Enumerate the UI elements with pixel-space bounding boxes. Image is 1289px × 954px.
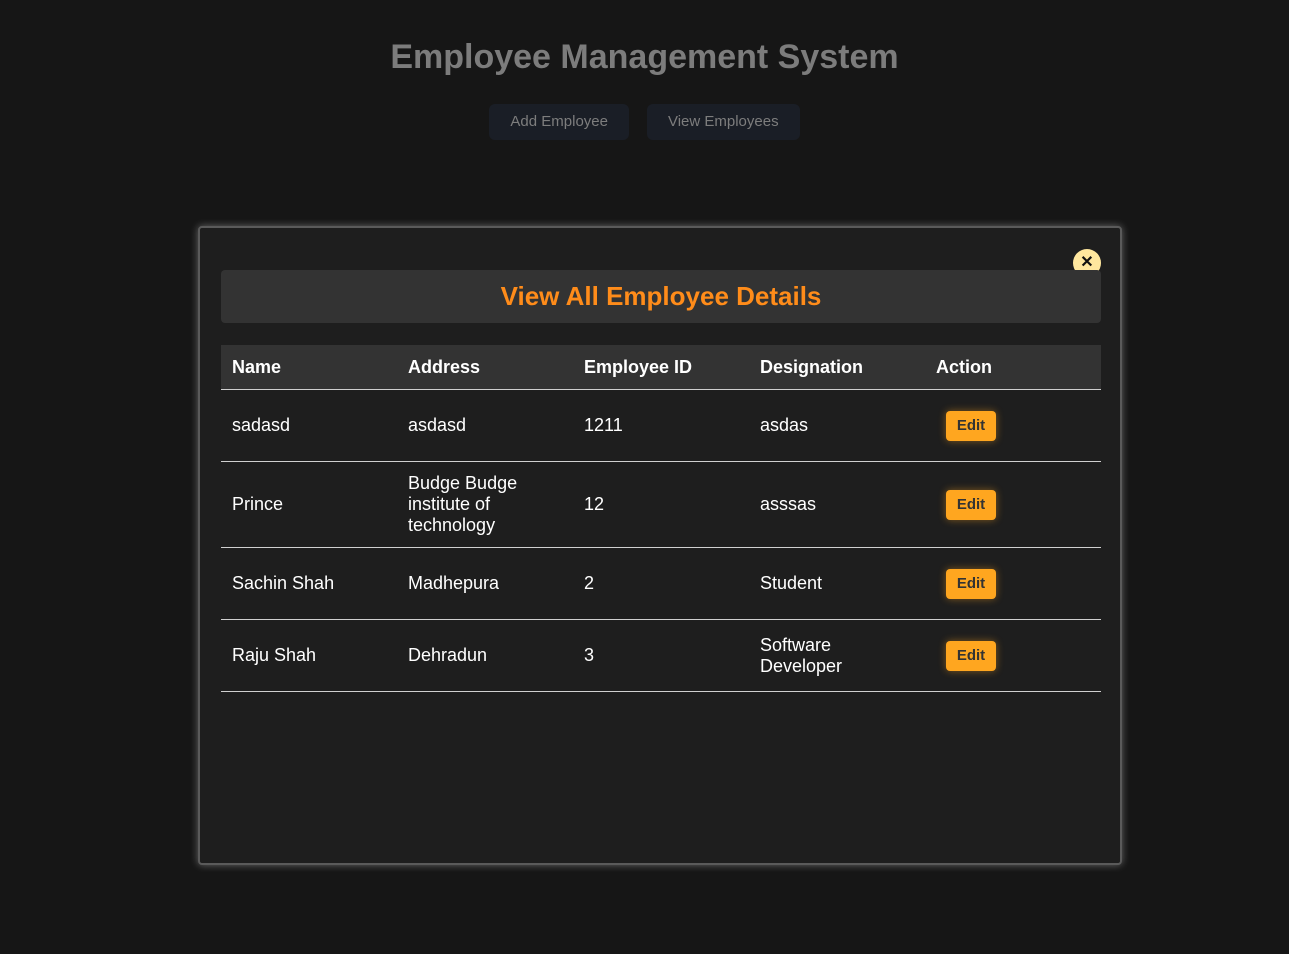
table-header-row: Name Address Employee ID Designation Act… [221, 345, 1101, 390]
page-title: Employee Management System [390, 38, 899, 76]
cell-name: Prince [221, 461, 397, 548]
column-header-name: Name [221, 345, 397, 390]
table-row: sadasd asdasd 1211 asdas Edit [221, 389, 1101, 462]
cell-address: Madhepura [397, 547, 573, 620]
add-employee-button[interactable]: Add Employee [489, 104, 629, 140]
cell-action: Edit [925, 619, 1101, 692]
cell-address: asdasd [397, 389, 573, 462]
cell-employee-id: 3 [573, 619, 749, 692]
employee-details-modal: ✕ View All Employee Details Name Address… [198, 226, 1122, 865]
cell-employee-id: 1211 [573, 389, 749, 462]
view-employees-button[interactable]: View Employees [646, 104, 800, 140]
cell-name: Sachin Shah [221, 547, 397, 620]
modal-header: View All Employee Details [221, 270, 1101, 323]
cell-address: Dehradun [397, 619, 573, 692]
cell-designation: Software Developer [749, 619, 925, 692]
employee-table: Name Address Employee ID Designation Act… [221, 345, 1101, 692]
cell-action: Edit [925, 389, 1101, 462]
column-header-action: Action [925, 345, 1101, 390]
cell-name: sadasd [221, 389, 397, 462]
cell-action: Edit [925, 461, 1101, 548]
cell-action: Edit [925, 547, 1101, 620]
top-nav: Add Employee View Employees [0, 104, 1289, 140]
table-row: Raju Shah Dehradun 3 Software Developer … [221, 619, 1101, 692]
edit-button[interactable]: Edit [946, 489, 996, 520]
cell-address: Budge Budge institute of technology [397, 461, 573, 548]
table-row: Sachin Shah Madhepura 2 Student Edit [221, 547, 1101, 620]
cell-designation: asssas [749, 461, 925, 548]
cell-designation: asdas [749, 389, 925, 462]
edit-button[interactable]: Edit [946, 640, 996, 671]
column-header-address: Address [397, 345, 573, 390]
edit-button[interactable]: Edit [946, 410, 996, 441]
edit-button[interactable]: Edit [946, 568, 996, 599]
column-header-designation: Designation [749, 345, 925, 390]
cell-employee-id: 12 [573, 461, 749, 548]
cell-name: Raju Shah [221, 619, 397, 692]
cell-designation: Student [749, 547, 925, 620]
cell-employee-id: 2 [573, 547, 749, 620]
modal-title: View All Employee Details [500, 281, 822, 311]
table-row: Prince Budge Budge institute of technolo… [221, 461, 1101, 548]
column-header-employee-id: Employee ID [573, 345, 749, 390]
